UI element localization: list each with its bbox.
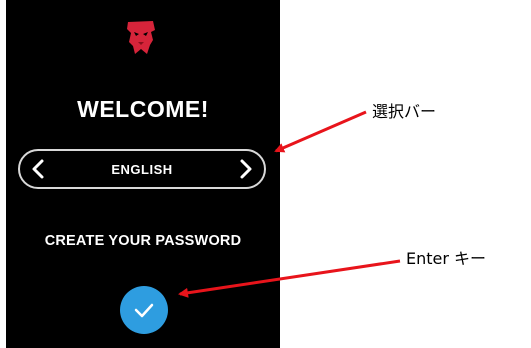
language-value: ENGLISH: [111, 162, 173, 177]
language-selector-bar[interactable]: ENGLISH: [18, 149, 266, 189]
checkmark-icon: [134, 303, 154, 318]
create-password-prompt: CREATE YOUR PASSWORD: [44, 233, 242, 249]
device-screen: WELCOME! ENGLISH CREATE YOUR PASSWORD: [6, 0, 280, 348]
selector-bar-callout-label: 選択バー: [372, 102, 437, 121]
kingston-logo-icon: [126, 20, 156, 56]
welcome-heading: WELCOME!: [77, 96, 209, 122]
selector-bar-callout-arrow: [274, 110, 367, 153]
enter-key-button[interactable]: [120, 286, 168, 334]
enter-key-callout-label: Enter キー: [406, 249, 487, 268]
chevron-right-icon[interactable]: [234, 158, 256, 180]
